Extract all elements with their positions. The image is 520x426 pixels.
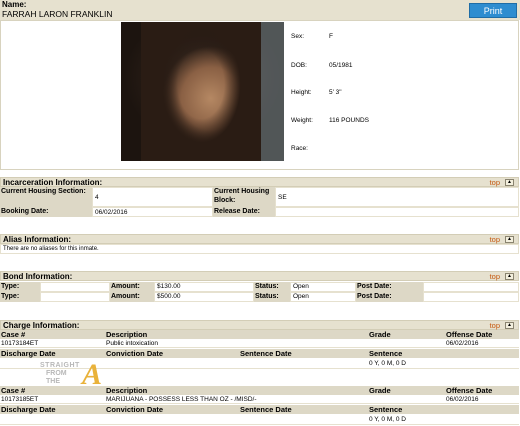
bond-type-label: Type: (0, 292, 40, 302)
top-link[interactable]: top (490, 321, 500, 330)
case-number-header: Case # (1, 386, 26, 395)
release-date-value (275, 207, 519, 217)
charge-subvalue-row: 0 Y, 0 M, 0 D (0, 358, 519, 369)
conviction-date-header: Conviction Date (106, 405, 164, 414)
bond-title: Bond Information: (3, 272, 73, 281)
description-header: Description (106, 386, 148, 395)
housing-block-value: SE (275, 187, 519, 207)
print-button[interactable]: Print (469, 3, 517, 18)
sentence-value: 0 Y, 0 M, 0 D (369, 416, 406, 423)
scroll-top-icon[interactable]: ▲ (505, 273, 514, 280)
charge-section-header: Charge Information: top ▲ (0, 320, 519, 330)
bond-post-value (423, 282, 519, 292)
sex-label: Sex: (291, 33, 305, 40)
top-link[interactable]: top (490, 178, 500, 187)
scroll-top-icon[interactable]: ▲ (505, 322, 514, 329)
race-label: Race: (291, 145, 308, 152)
inmate-name: FARRAH LARON FRANKLIN (2, 9, 113, 19)
weight-label: Weight: (291, 117, 313, 124)
height-value: 5' 3" (329, 89, 342, 96)
discharge-date-header: Discharge Date (1, 349, 56, 358)
offense-date: 06/02/2016 (446, 396, 479, 403)
dob-label: DOB: (291, 62, 307, 69)
sex-value: F (329, 33, 333, 40)
charge-title: Charge Information: (3, 321, 80, 330)
height-label: Height: (291, 89, 312, 96)
mugshot-photo (121, 22, 284, 161)
dob-value: 05/1981 (329, 62, 353, 69)
bond-post-value (423, 292, 519, 302)
scroll-top-icon[interactable]: ▲ (505, 179, 514, 186)
charge-subheader-row: Discharge Date Conviction Date Sentence … (0, 349, 519, 358)
alias-title: Alias Information: (3, 235, 72, 244)
sentence-header: Sentence (369, 349, 403, 358)
booking-date-value: 06/02/2016 (92, 207, 213, 217)
charge-value-row: 10173184ET Public intoxication 06/02/201… (0, 339, 519, 348)
watermark-line2: FROM (46, 370, 67, 377)
case-number: 10173185ET (1, 396, 39, 403)
top-link[interactable]: top (490, 235, 500, 244)
offense-date-header: Offense Date (446, 386, 493, 395)
sentence-value: 0 Y, 0 M, 0 D (369, 360, 406, 367)
watermark-line3: THE (46, 378, 60, 385)
bond-post-label: Post Date: (356, 282, 423, 292)
bond-status-value: Open (290, 292, 356, 302)
bond-amount-label: Amount: (110, 282, 154, 292)
incarceration-title: Incarceration Information: (3, 178, 103, 187)
weight-value: 116 POUNDS (329, 117, 369, 124)
discharge-date-header: Discharge Date (1, 405, 56, 414)
bond-type-label: Type: (0, 282, 40, 292)
charge-subvalue-row: 0 Y, 0 M, 0 D (0, 414, 519, 425)
bond-post-label: Post Date: (356, 292, 423, 302)
charge-subheader-row: Discharge Date Conviction Date Sentence … (0, 405, 519, 414)
bond-amount-value: $130.00 (154, 282, 254, 292)
charge-description: Public intoxication (106, 340, 159, 347)
bond-status-label: Status: (254, 292, 290, 302)
charge-header-row: Case # Description Grade Offense Date (0, 330, 519, 339)
sentence-date-header: Sentence Date (240, 405, 292, 414)
sentence-header: Sentence (369, 405, 403, 414)
name-label: Name: (2, 0, 27, 9)
sentence-date-header: Sentence Date (240, 349, 292, 358)
conviction-date-header: Conviction Date (106, 349, 164, 358)
bond-amount-label: Amount: (110, 292, 154, 302)
grade-header: Grade (369, 386, 391, 395)
housing-section-label: Current Housing Section: (0, 187, 92, 207)
release-date-label: Release Date: (213, 207, 275, 217)
bond-amount-value: $500.00 (154, 292, 254, 302)
bond-status-value: Open (290, 282, 356, 292)
case-number: 10173184ET (1, 340, 39, 347)
alias-text: There are no aliases for this inmate. (0, 244, 519, 254)
bond-type-value (40, 292, 110, 302)
case-number-header: Case # (1, 330, 26, 339)
inmate-header: Name: FARRAH LARON FRANKLIN Print (0, 0, 520, 20)
offense-date-header: Offense Date (446, 330, 493, 339)
bond-section-header: Bond Information: top ▲ (0, 271, 519, 281)
description-header: Description (106, 330, 148, 339)
alias-section-header: Alias Information: top ▲ (0, 234, 519, 244)
housing-block-label: Current Housing Block: (213, 187, 275, 207)
top-link[interactable]: top (490, 272, 500, 281)
bond-type-value (40, 282, 110, 292)
charge-description: MARIJUANA - POSSESS LESS THAN OZ - /MISD… (106, 396, 257, 403)
scroll-top-icon[interactable]: ▲ (505, 236, 514, 243)
booking-date-label: Booking Date: (0, 207, 92, 217)
charge-header-row: Case # Description Grade Offense Date (0, 386, 519, 395)
housing-section-value: 4 (92, 187, 213, 207)
incarceration-section-header: Incarceration Information: top ▲ (0, 177, 519, 187)
charge-value-row: 10173185ET MARIJUANA - POSSESS LESS THAN… (0, 395, 519, 404)
grade-header: Grade (369, 330, 391, 339)
offense-date: 06/02/2016 (446, 340, 479, 347)
bond-status-label: Status: (254, 282, 290, 292)
